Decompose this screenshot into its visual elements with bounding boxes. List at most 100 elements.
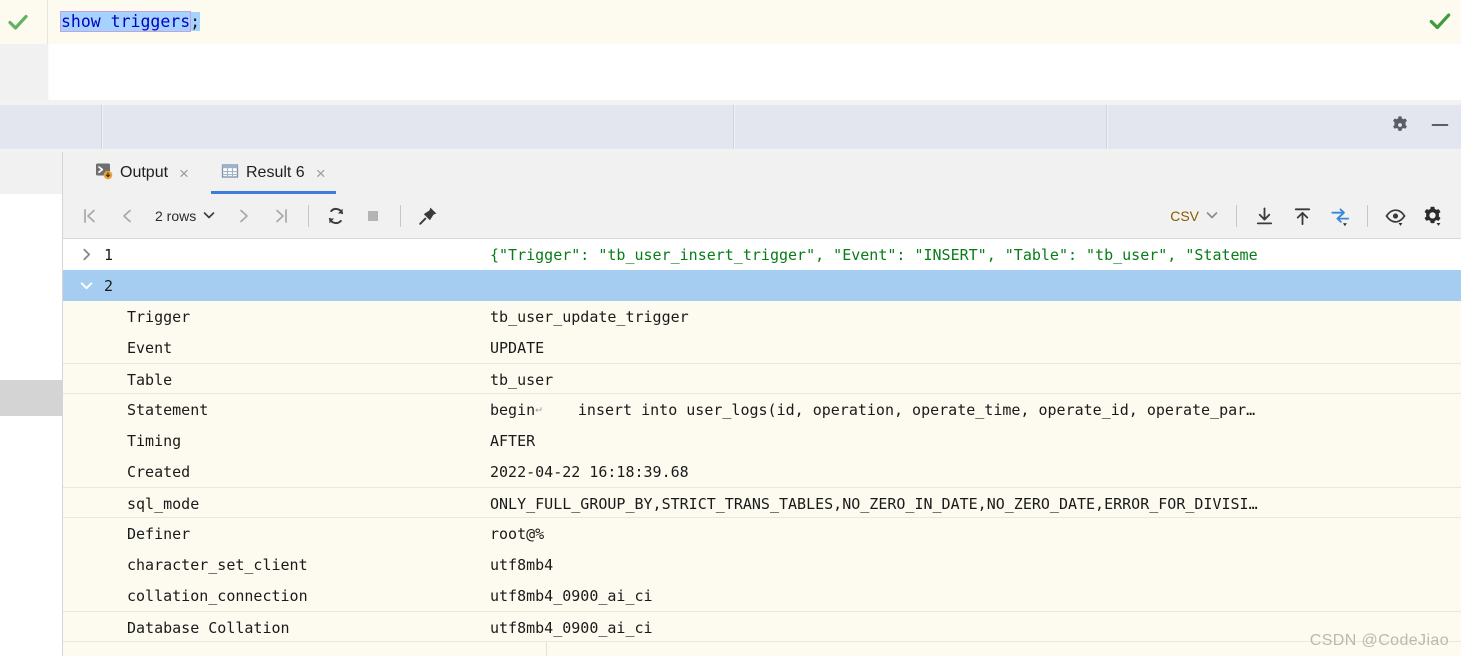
left-rail-tab-strip <box>0 152 62 194</box>
detail-value-tail: insert into user_logs(id, operation, ope… <box>542 401 1255 419</box>
gear-icon[interactable] <box>1389 114 1411 136</box>
toolbar-separator-4 <box>1367 205 1368 227</box>
sql-editor[interactable]: show triggers; <box>0 0 1461 100</box>
detail-value[interactable]: utf8mb4_0900_ai_ci <box>484 612 1461 643</box>
chevron-down-icon <box>202 208 216 225</box>
sql-selected-text[interactable]: show triggers <box>61 12 190 31</box>
run-statement-green-check-icon[interactable] <box>6 10 30 34</box>
export-format-dropdown[interactable]: CSV <box>1162 208 1227 225</box>
row-number: 1 <box>104 239 113 270</box>
minimize-icon[interactable] <box>1429 114 1451 136</box>
detail-row[interactable]: Created 2022-04-22 16:18:39.68 <box>63 456 1461 487</box>
panel-header-cell-1 <box>0 105 102 149</box>
detail-value[interactable]: UPDATE <box>484 332 1461 363</box>
sql-editor-line-1[interactable]: show triggers; <box>49 0 1461 44</box>
detail-value[interactable]: AFTER <box>484 425 1461 456</box>
detail-key: Definer <box>127 518 190 549</box>
detail-row[interactable]: Database Collation utf8mb4_0900_ai_ci <box>63 611 1461 642</box>
chevron-right-icon[interactable] <box>73 239 99 270</box>
chevron-down-icon[interactable] <box>73 270 99 301</box>
detail-row[interactable]: collation_connection utf8mb4_0900_ai_ci <box>63 580 1461 611</box>
sql-statement[interactable]: show triggers; <box>61 10 200 34</box>
last-page-icon[interactable] <box>264 199 298 233</box>
first-page-icon[interactable] <box>73 199 107 233</box>
toolbar-separator-1 <box>308 205 309 227</box>
detail-value[interactable]: tb_user <box>484 364 1461 395</box>
detail-key: Created <box>127 456 190 487</box>
download-icon[interactable] <box>1246 199 1282 233</box>
pin-icon[interactable] <box>411 199 445 233</box>
detail-value[interactable]: tb_user_update_trigger <box>484 301 1461 332</box>
detail-value[interactable]: utf8mb4 <box>484 549 1461 580</box>
chevron-down-icon <box>1205 208 1219 225</box>
panel-header-cells <box>0 105 1461 149</box>
detail-row[interactable]: Timing AFTER <box>63 425 1461 456</box>
detail-value[interactable]: utf8mb4_0900_ai_ci <box>484 580 1461 611</box>
left-rail <box>0 152 63 656</box>
panel-header-actions <box>1389 114 1451 136</box>
detail-row[interactable]: sql_mode ONLY_FULL_GROUP_BY,STRICT_TRANS… <box>63 487 1461 518</box>
detail-key: Event <box>127 332 172 363</box>
detail-row[interactable]: character_set_client utf8mb4 <box>63 549 1461 580</box>
editor-gutter-row-2 <box>0 44 48 100</box>
row-json-preview: {"Trigger": "tb_user_insert_trigger", "E… <box>484 239 1461 270</box>
result-toolbar-left: 2 rows <box>73 194 445 238</box>
stop-icon[interactable] <box>356 199 390 233</box>
upload-icon[interactable] <box>1284 199 1320 233</box>
export-format-label: CSV <box>1170 208 1199 224</box>
table-row[interactable]: 2 <box>63 270 1461 301</box>
result-toolbar-right: CSV <box>1162 194 1451 238</box>
detail-key: sql_mode <box>127 488 199 519</box>
toolbar-separator-2 <box>400 205 401 227</box>
tab-output-close-icon[interactable]: × <box>179 165 189 182</box>
eye-icon[interactable] <box>1377 199 1413 233</box>
detail-row[interactable]: Table tb_user <box>63 363 1461 394</box>
detail-value[interactable]: begin↵ insert into user_logs(id, operati… <box>484 394 1461 425</box>
console-output-icon <box>95 162 113 185</box>
result-grid[interactable]: 1 {"Trigger": "tb_user_insert_trigger", … <box>63 239 1461 656</box>
panel-header-cell-3 <box>735 105 1107 149</box>
detail-row[interactable]: Event UPDATE <box>63 332 1461 363</box>
tab-result-6-label: Result 6 <box>246 164 305 182</box>
sql-editor-line-2[interactable] <box>49 44 1461 100</box>
tab-result-6-close-icon[interactable]: × <box>316 165 326 182</box>
next-page-icon[interactable] <box>227 199 261 233</box>
sql-editor-body[interactable]: show triggers; <box>49 0 1461 100</box>
transpose-icon[interactable] <box>1322 199 1358 233</box>
tab-result-6[interactable]: Result 6 × <box>211 152 336 194</box>
detail-value-head: begin <box>490 401 535 419</box>
detail-value[interactable]: root@% <box>484 518 1461 549</box>
prev-page-icon[interactable] <box>110 199 144 233</box>
detail-row[interactable]: Definer root@% <box>63 518 1461 549</box>
result-tab-bar: Output × Result 6 × <box>63 152 1461 194</box>
panel-header-cell-2 <box>103 105 734 149</box>
refresh-icon[interactable] <box>319 199 353 233</box>
editor-gutter <box>0 0 48 100</box>
detail-value[interactable]: ONLY_FULL_GROUP_BY,STRICT_TRANS_TABLES,N… <box>484 488 1461 519</box>
sql-terminator[interactable]: ; <box>190 12 200 31</box>
carriage-return-icon: ↵ <box>535 402 542 415</box>
detail-key: Database Collation <box>127 612 290 643</box>
detail-key: Statement <box>127 394 208 425</box>
detail-value[interactable]: 2022-04-22 16:18:39.68 <box>484 456 1461 487</box>
toolbar-separator-3 <box>1236 205 1237 227</box>
table-row[interactable]: 1 {"Trigger": "tb_user_insert_trigger", … <box>63 239 1461 270</box>
left-rail-scrollbar-thumb[interactable] <box>0 380 62 416</box>
detail-key: character_set_client <box>127 549 308 580</box>
tab-output-label: Output <box>120 164 168 182</box>
gear-icon[interactable] <box>1415 199 1451 233</box>
detail-key: Trigger <box>127 301 190 332</box>
detail-key: Table <box>127 364 172 395</box>
detail-row[interactable]: Statement begin↵ insert into user_logs(i… <box>63 394 1461 425</box>
detail-key: collation_connection <box>127 580 308 611</box>
rows-count-dropdown[interactable]: 2 rows <box>147 208 224 225</box>
result-toolbar: 2 rows <box>63 194 1461 239</box>
tab-output[interactable]: Output × <box>85 152 199 194</box>
detail-key: Timing <box>127 425 181 456</box>
detail-row[interactable]: Trigger tb_user_update_trigger <box>63 301 1461 332</box>
rows-count-label: 2 rows <box>155 208 196 224</box>
panel-header-bar <box>0 100 1461 152</box>
table-grid-icon <box>221 162 239 185</box>
row-number: 2 <box>104 270 113 301</box>
statement-ok-green-check-icon <box>1427 8 1453 34</box>
